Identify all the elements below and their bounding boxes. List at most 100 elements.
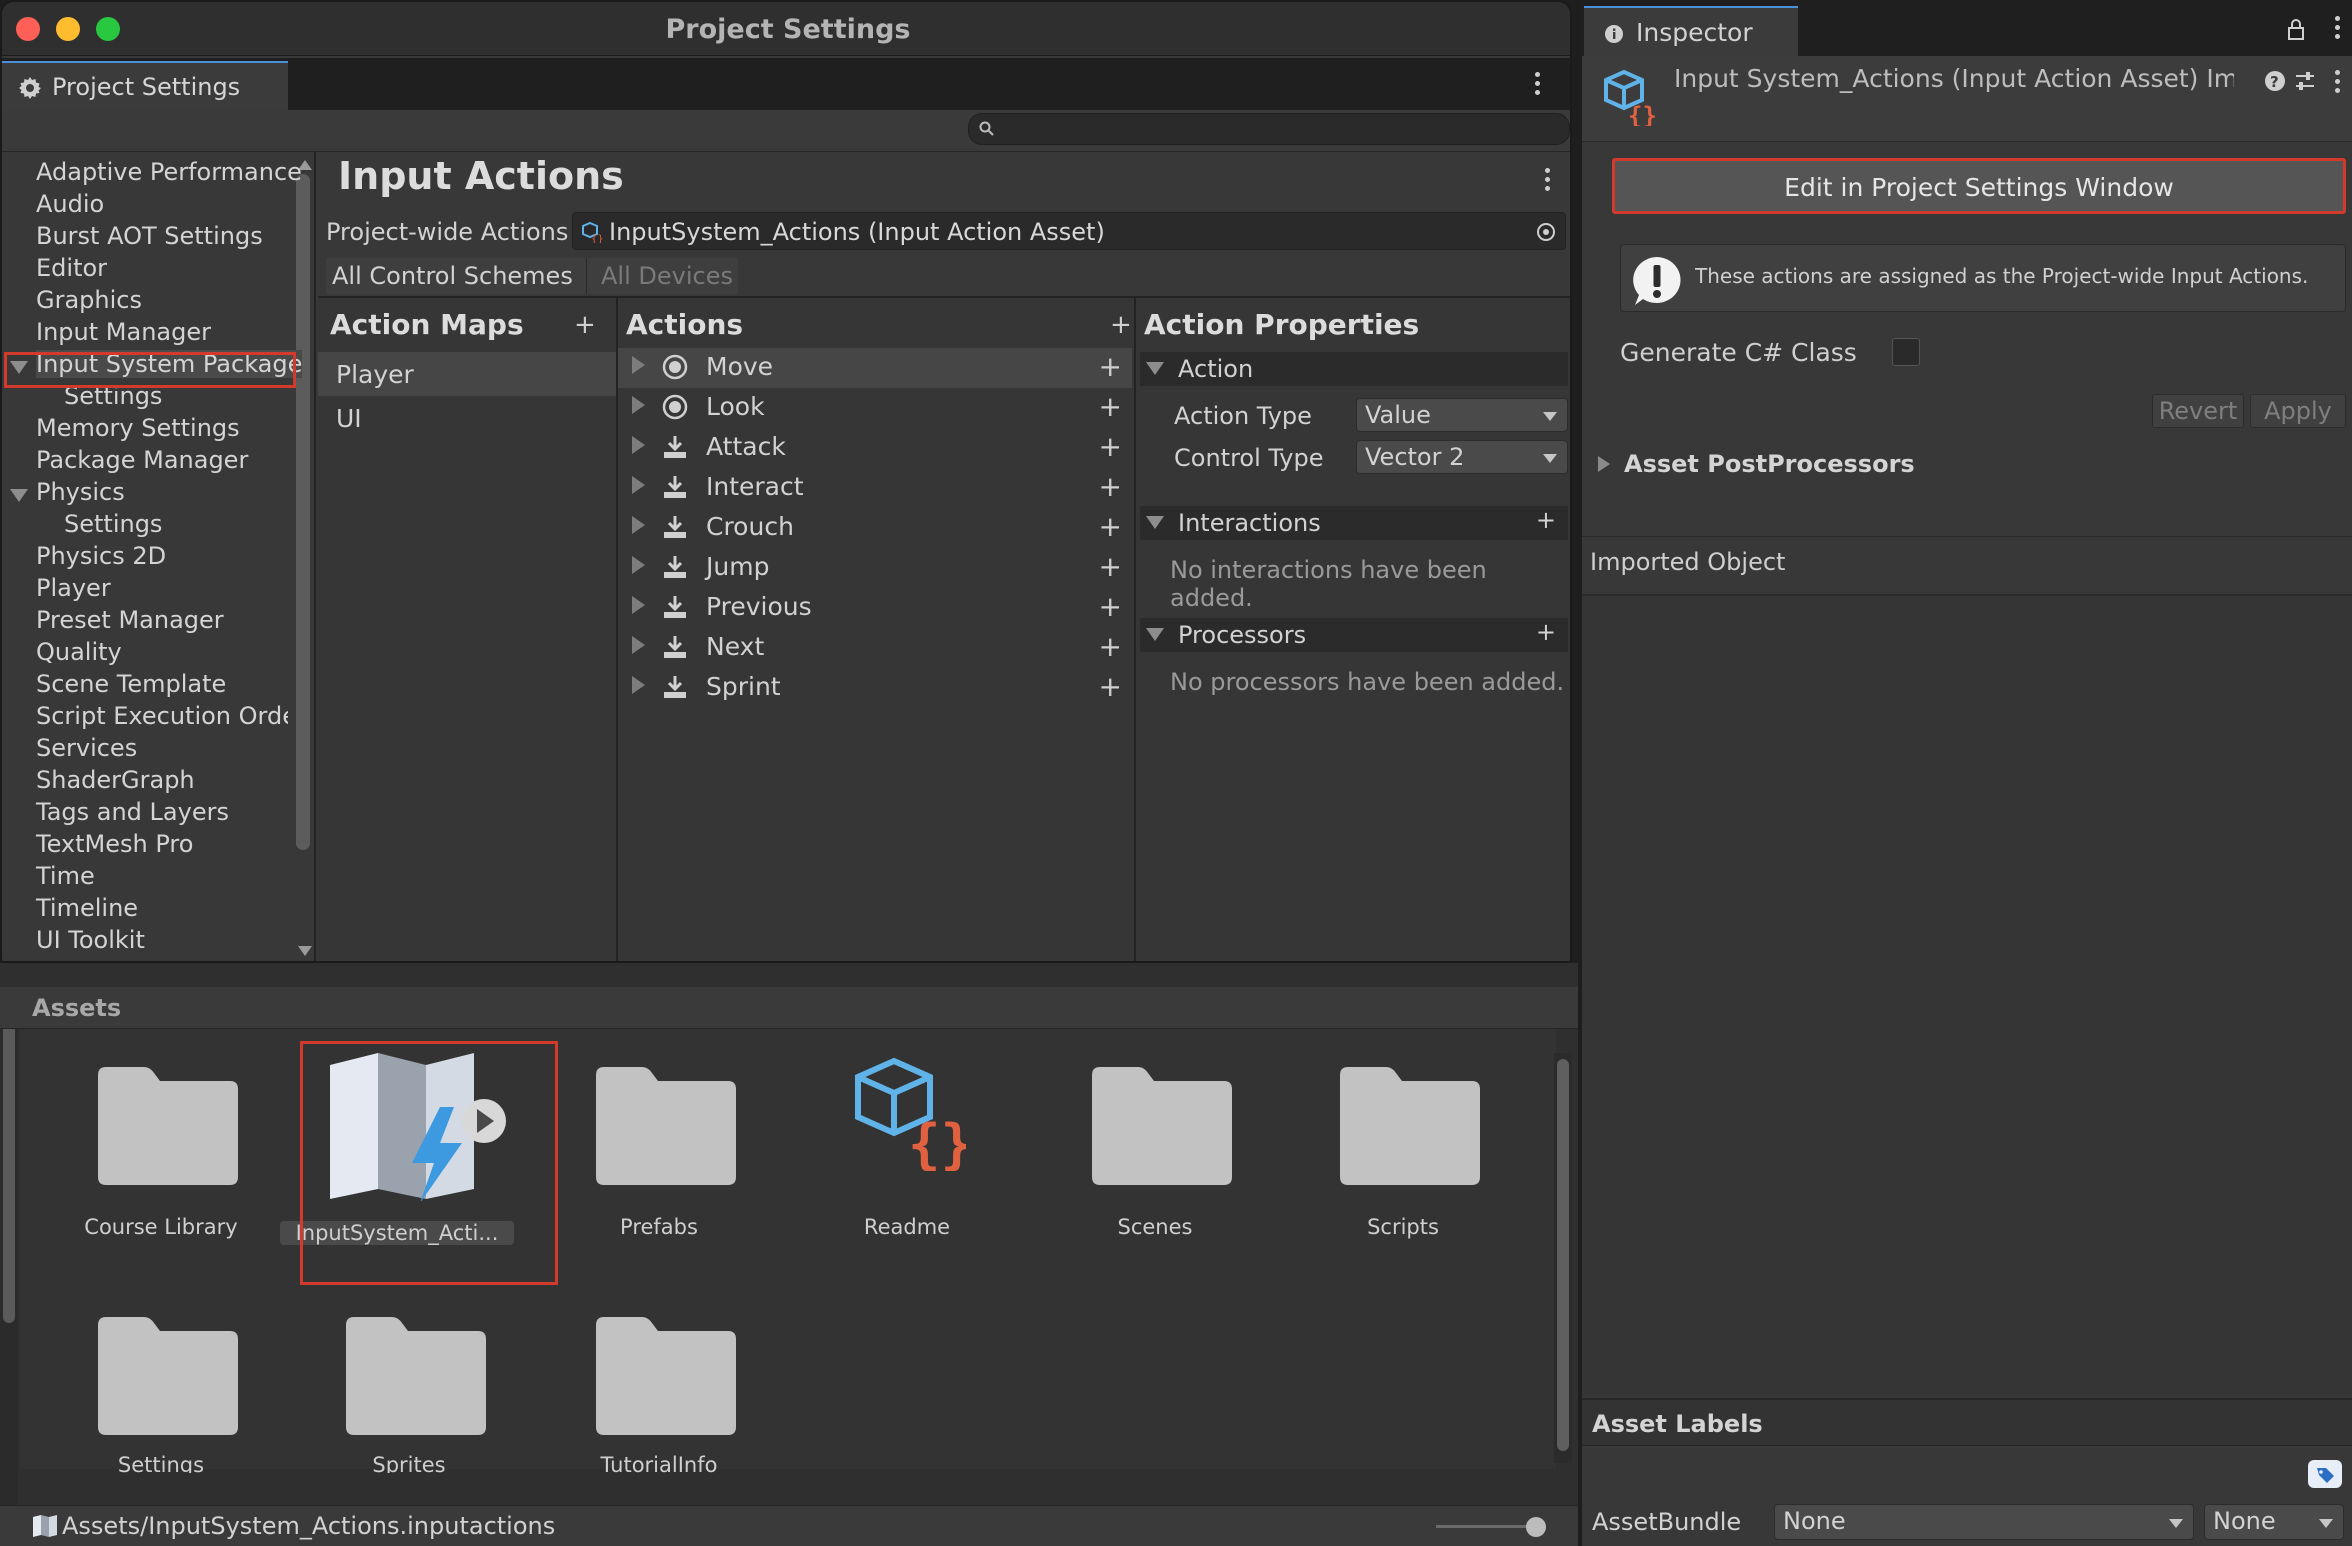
expand-triangle-icon[interactable] (632, 676, 645, 694)
add-action-button[interactable]: + (1110, 310, 1132, 340)
control-type-dropdown[interactable]: Vector 2 (1356, 440, 1568, 474)
asset-sprites[interactable]: Sprites (314, 1299, 504, 1473)
settings-nav-item[interactable]: Services (36, 734, 137, 762)
settings-nav-item[interactable]: Time (36, 862, 95, 890)
interactions-section-header[interactable]: Interactions + (1140, 506, 1568, 540)
expand-triangle-icon[interactable] (632, 516, 645, 534)
settings-nav-item[interactable]: Physics 2D (36, 542, 166, 570)
expand-triangle-icon[interactable] (632, 396, 645, 414)
icon-size-slider-knob[interactable] (1526, 1517, 1546, 1537)
expand-triangle-icon[interactable] (632, 356, 645, 374)
settings-nav-item[interactable]: Settings (64, 510, 162, 538)
add-binding-button[interactable]: + (1099, 550, 1122, 583)
asset-postprocessors-foldout[interactable]: Asset PostProcessors (1624, 450, 1915, 478)
imported-object-header[interactable]: Imported Object (1590, 548, 1785, 576)
settings-nav-item[interactable]: Scene Template (36, 670, 226, 698)
settings-nav-item[interactable]: Physics (36, 478, 125, 506)
processors-section-header[interactable]: Processors + (1140, 618, 1568, 652)
settings-nav-item[interactable]: Audio (36, 190, 104, 218)
asset-grid-scroll-thumb[interactable] (1557, 1059, 1569, 1451)
tab-inspector[interactable]: Inspector (1584, 6, 1798, 56)
scroll-down-arrow-icon[interactable] (298, 946, 312, 956)
settings-search-input[interactable] (968, 113, 1570, 145)
settings-nav-item[interactable]: Graphics (36, 286, 142, 314)
add-interaction-button[interactable]: + (1536, 506, 1556, 534)
folder-tree-scroll-thumb[interactable] (3, 1023, 15, 1323)
settings-nav-item[interactable]: Burst AOT Settings (36, 222, 263, 250)
asset-readme[interactable]: {} Readme (812, 1049, 1002, 1239)
add-processor-button[interactable]: + (1536, 618, 1556, 646)
window-menu-kebab-icon[interactable] (1534, 70, 1542, 98)
action-row[interactable]: Crouch + (618, 508, 1132, 548)
expand-triangle-icon[interactable] (1598, 456, 1610, 472)
add-binding-button[interactable]: + (1099, 670, 1122, 703)
asset-settings[interactable]: Settings (66, 1299, 256, 1473)
apply-button[interactable]: Apply (2250, 394, 2346, 428)
window-titlebar[interactable]: Project Settings (2, 2, 1570, 56)
settings-nav-item[interactable]: Adaptive Performance (36, 158, 302, 186)
action-map-item[interactable]: UI (318, 396, 616, 440)
action-map-item[interactable]: Player (318, 352, 616, 396)
settings-nav-item[interactable]: Package Manager (36, 446, 248, 474)
help-icon[interactable]: ? (2264, 70, 2286, 92)
expand-triangle-icon[interactable] (632, 636, 645, 654)
tag-icon[interactable] (2308, 1460, 2342, 1488)
asset-prefabs[interactable]: Prefabs (564, 1049, 754, 1239)
action-row[interactable]: Move + (618, 348, 1132, 388)
breadcrumb-assets[interactable]: Assets (32, 994, 121, 1022)
asset-course-library[interactable]: Course Library (66, 1049, 256, 1239)
generate-csharp-checkbox[interactable] (1892, 338, 1920, 366)
preset-sliders-icon[interactable] (2294, 70, 2316, 92)
settings-nav-item[interactable]: Script Execution Order (36, 702, 288, 730)
assetbundle-variant-dropdown[interactable]: None (2204, 1504, 2344, 1540)
settings-nav-item[interactable]: Player (36, 574, 111, 602)
object-picker-icon[interactable] (1535, 221, 1557, 243)
expand-triangle-icon[interactable] (632, 556, 645, 574)
settings-nav-item[interactable]: Quality (36, 638, 122, 666)
tab-project-settings[interactable]: Project Settings (2, 61, 288, 110)
component-menu-kebab-icon[interactable] (2334, 68, 2342, 96)
action-row[interactable]: Attack + (618, 428, 1132, 468)
settings-nav-item[interactable]: UI Toolkit (36, 926, 145, 954)
assetbundle-name-dropdown[interactable]: None (1774, 1504, 2194, 1540)
action-type-dropdown[interactable]: Value (1356, 398, 1568, 432)
action-row[interactable]: Previous + (618, 588, 1132, 628)
lock-icon[interactable] (2286, 18, 2306, 40)
action-row[interactable]: Look + (618, 388, 1132, 428)
add-action-map-button[interactable]: + (574, 310, 596, 340)
settings-nav-item[interactable]: Tags and Layers (36, 798, 229, 826)
add-binding-button[interactable]: + (1099, 510, 1122, 543)
icon-size-slider[interactable] (1436, 1525, 1536, 1528)
expand-triangle-icon[interactable] (632, 436, 645, 454)
devices-dropdown[interactable]: All Devices (586, 258, 738, 294)
add-binding-button[interactable]: + (1099, 390, 1122, 423)
settings-nav-item[interactable]: Memory Settings (36, 414, 240, 442)
settings-nav-item[interactable]: Timeline (36, 894, 138, 922)
action-row[interactable]: Interact + (618, 468, 1132, 508)
action-section-header[interactable]: Action (1140, 352, 1568, 386)
control-schemes-dropdown[interactable]: All Control Schemes (326, 258, 590, 294)
expand-triangle-icon[interactable] (632, 476, 645, 494)
add-binding-button[interactable]: + (1099, 590, 1122, 623)
asset-scripts[interactable]: Scripts (1308, 1049, 1498, 1239)
settings-nav-item[interactable]: Editor (36, 254, 107, 282)
add-binding-button[interactable]: + (1099, 470, 1122, 503)
add-binding-button[interactable]: + (1099, 350, 1122, 383)
expand-triangle-icon[interactable] (632, 596, 645, 614)
action-row[interactable]: Next + (618, 628, 1132, 668)
settings-nav-item[interactable]: Input Manager (36, 318, 211, 346)
expand-triangle-icon[interactable] (10, 489, 28, 502)
asset-scenes[interactable]: Scenes (1060, 1049, 1250, 1239)
inspector-menu-kebab-icon[interactable] (2334, 14, 2342, 42)
panel-menu-kebab-icon[interactable] (1544, 166, 1552, 194)
revert-button[interactable]: Revert (2152, 394, 2244, 428)
settings-nav-item[interactable]: ShaderGraph (36, 766, 195, 794)
asset-tutorialinfo[interactable]: TutorialInfo (564, 1299, 754, 1473)
action-row[interactable]: Jump + (618, 548, 1132, 588)
add-binding-button[interactable]: + (1099, 430, 1122, 463)
add-binding-button[interactable]: + (1099, 630, 1122, 663)
settings-nav-item[interactable]: TextMesh Pro (36, 830, 193, 858)
edit-in-project-settings-button[interactable]: Edit in Project Settings Window (1612, 158, 2346, 214)
settings-nav-item[interactable]: Preset Manager (36, 606, 224, 634)
action-row[interactable]: Sprint + (618, 668, 1132, 708)
